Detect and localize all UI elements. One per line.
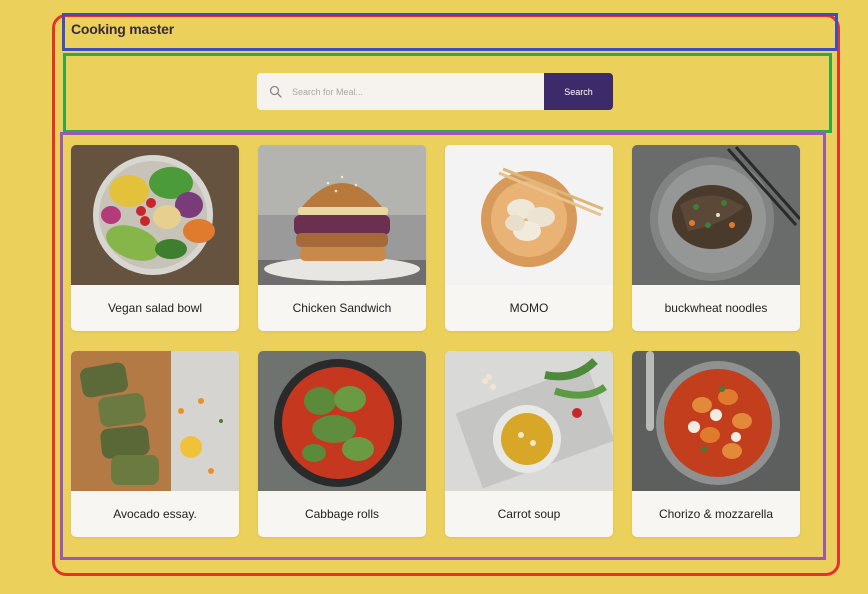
meal-name: Cabbage rolls — [304, 507, 380, 521]
meal-card[interactable]: Chicken Sandwich — [258, 145, 426, 331]
meal-card[interactable]: MOMO — [445, 145, 613, 331]
meal-image-cabbage-rolls — [258, 351, 426, 491]
meal-name: Carrot soup — [497, 507, 561, 521]
meal-image-chicken-sandwich — [258, 145, 426, 285]
search-input[interactable] — [292, 86, 492, 97]
meal-image-vegan-salad-bowl — [71, 145, 239, 285]
meal-grid: Vegan salad bowl Chicken Sandwich MOMO b… — [71, 145, 800, 537]
meal-card[interactable]: Vegan salad bowl — [71, 145, 239, 331]
meal-image-momo — [445, 145, 613, 285]
meal-card[interactable]: Cabbage rolls — [258, 351, 426, 537]
meal-name: Chorizo & mozzarella — [658, 507, 774, 521]
meal-name: buckwheat noodles — [664, 301, 768, 315]
meal-image-carrot-soup — [445, 351, 613, 491]
meal-name: Vegan salad bowl — [107, 301, 203, 315]
meal-card[interactable]: Avocado essay. — [71, 351, 239, 537]
header-region-outline — [62, 13, 838, 51]
meal-name: Chicken Sandwich — [292, 301, 392, 315]
meal-image-chorizo-mozzarella — [632, 351, 800, 491]
search-field[interactable] — [257, 73, 544, 110]
search-icon — [269, 85, 282, 98]
search-bar: Search — [257, 73, 613, 110]
meal-card[interactable]: Carrot soup — [445, 351, 613, 537]
meal-image-buckwheat-noodles — [632, 145, 800, 285]
meal-card[interactable]: Chorizo & mozzarella — [632, 351, 800, 537]
app-title: Cooking master — [71, 21, 174, 37]
meal-name: Avocado essay. — [113, 507, 197, 521]
meal-image-avocado-toast — [71, 351, 239, 491]
meal-card[interactable]: buckwheat noodles — [632, 145, 800, 331]
meal-name: MOMO — [509, 301, 549, 315]
search-button[interactable]: Search — [544, 73, 613, 110]
